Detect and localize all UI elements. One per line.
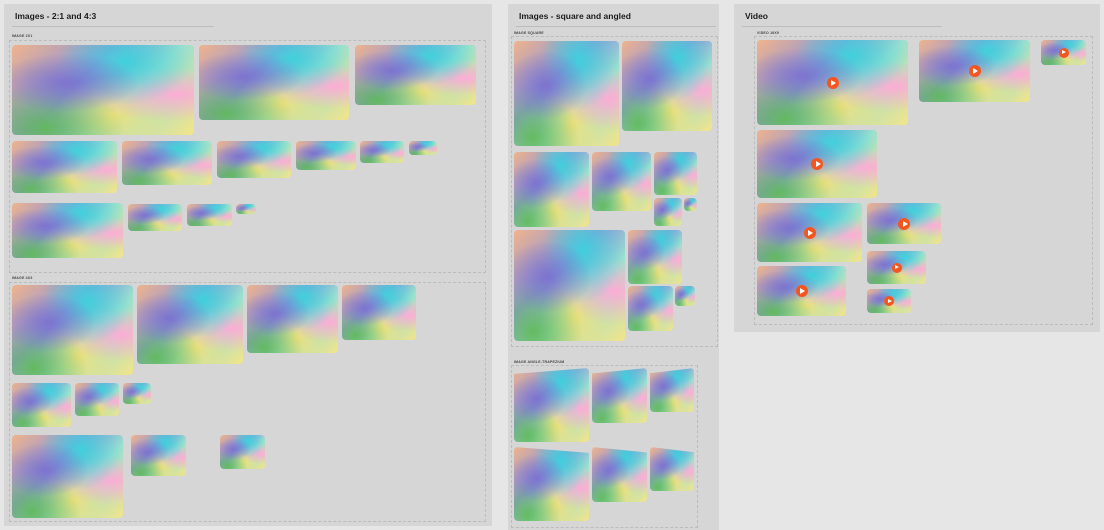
title-divider [742, 26, 942, 27]
video-thumbnail[interactable] [757, 130, 877, 198]
angled-image-thumbnail[interactable] [514, 447, 589, 521]
image-thumbnail[interactable] [187, 204, 232, 226]
play-icon[interactable] [968, 65, 981, 77]
image-thumbnail[interactable] [360, 141, 404, 163]
angled-image-thumbnail[interactable] [514, 368, 589, 442]
image-thumbnail[interactable] [128, 204, 182, 231]
play-icon[interactable] [1058, 47, 1069, 58]
image-thumbnail[interactable] [247, 285, 338, 353]
panel-title: Images - 2:1 and 4:3 [15, 11, 97, 21]
image-thumbnail[interactable] [514, 152, 589, 227]
title-divider [516, 26, 716, 27]
group-label: Image angle-trapezium [514, 360, 565, 364]
group-label: Image 2x1 [12, 34, 33, 38]
video-thumbnail[interactable] [757, 266, 846, 316]
image-thumbnail[interactable] [592, 152, 651, 211]
play-icon[interactable] [884, 296, 894, 306]
image-thumbnail[interactable] [409, 141, 437, 155]
group-label: Image square [514, 31, 544, 35]
group-label: Image 4x3 [12, 276, 33, 280]
video-thumbnail[interactable] [1041, 40, 1086, 65]
image-thumbnail[interactable] [12, 141, 117, 193]
video-thumbnail[interactable] [757, 40, 908, 125]
image-thumbnail[interactable] [12, 203, 123, 258]
image-thumbnail[interactable] [236, 204, 256, 214]
image-thumbnail[interactable] [514, 41, 619, 146]
image-thumbnail[interactable] [12, 45, 194, 135]
image-thumbnail[interactable] [217, 141, 291, 178]
angled-image-thumbnail[interactable] [592, 368, 647, 423]
image-thumbnail[interactable] [199, 45, 349, 120]
video-thumbnail[interactable] [867, 289, 911, 313]
video-thumbnail[interactable] [757, 203, 862, 262]
play-icon[interactable] [898, 217, 910, 230]
image-thumbnail[interactable] [622, 41, 712, 131]
image-thumbnail[interactable] [137, 285, 243, 364]
image-thumbnail[interactable] [355, 45, 476, 105]
image-thumbnail[interactable] [220, 435, 265, 469]
image-thumbnail[interactable] [654, 198, 682, 226]
angled-image-thumbnail[interactable] [650, 368, 694, 412]
panel-images-ratio: Images - 2:1 and 4:3 Image 2x1 Image 4x3 [4, 4, 492, 526]
play-icon[interactable] [826, 76, 839, 89]
play-icon[interactable] [795, 285, 808, 297]
panel-images-square: Images - square and angled Image square … [508, 4, 719, 530]
panel-title: Video [745, 11, 768, 21]
image-thumbnail[interactable] [12, 285, 133, 375]
image-thumbnail[interactable] [628, 230, 682, 284]
angled-image-thumbnail[interactable] [592, 447, 647, 502]
image-thumbnail[interactable] [12, 383, 71, 427]
angled-image-thumbnail[interactable] [650, 447, 694, 491]
video-thumbnail[interactable] [867, 203, 941, 244]
image-thumbnail[interactable] [12, 435, 123, 518]
image-thumbnail[interactable] [514, 230, 625, 341]
group-label: Video 16x9 [757, 31, 780, 35]
image-thumbnail[interactable] [131, 435, 186, 476]
image-thumbnail[interactable] [628, 286, 673, 331]
image-thumbnail[interactable] [675, 286, 695, 306]
panel-video: Video Video 16x9 [734, 4, 1100, 332]
image-thumbnail[interactable] [75, 383, 119, 416]
image-thumbnail[interactable] [654, 152, 697, 195]
play-icon[interactable] [811, 158, 823, 170]
title-divider [12, 26, 214, 27]
image-thumbnail[interactable] [342, 285, 416, 340]
image-thumbnail[interactable] [684, 198, 697, 211]
panel-title: Images - square and angled [519, 11, 631, 21]
image-thumbnail[interactable] [296, 141, 356, 170]
play-icon[interactable] [891, 262, 902, 273]
video-thumbnail[interactable] [867, 251, 926, 284]
video-thumbnail[interactable] [919, 40, 1030, 102]
image-thumbnail[interactable] [122, 141, 212, 185]
image-thumbnail[interactable] [123, 383, 151, 404]
play-icon[interactable] [803, 226, 816, 239]
